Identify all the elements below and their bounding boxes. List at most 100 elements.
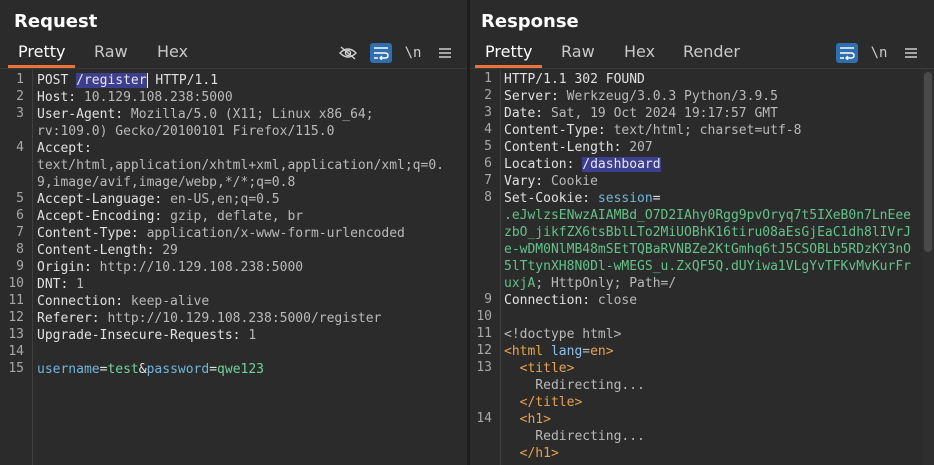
newline-toggle-button[interactable]: \n [868,43,890,63]
code-line[interactable]: <title> [504,360,575,377]
code-line[interactable]: uxjA; HttpOnly; Path=/ [504,275,676,292]
code-line[interactable]: rv:109.0) Gecko/20100101 Firefox/115.0 [37,123,334,140]
code-line[interactable]: Accept-Encoding: gzip, deflate, br [37,208,303,225]
code-token: password [146,362,210,377]
code-token: 1 [248,328,257,343]
code-token: Content-Type: [37,226,147,241]
code-token: DNT: [37,277,77,292]
hamburger-menu-icon[interactable] [900,43,922,63]
code-line[interactable]: text/html,application/xhtml+xml,applicat… [37,157,444,174]
code-line[interactable]: Accept: [37,140,92,157]
code-token: 5lTtynXH8N0Dl-wMEGS_u.ZxQF5Q.dUYiwa1VLgY… [504,259,911,274]
request-editor[interactable]: 1 2 3 4 5 6 7 8 9 10 11 12 13 14 15 POST /register HTT… [0,70,467,465]
response-scrollbar-thumb[interactable] [924,72,932,252]
code-line[interactable]: User-Agent: Mozilla/5.0 (X11; Linux x86_… [37,106,374,123]
code-line[interactable]: </h1> [504,445,559,462]
code-line[interactable]: Content-Type: application/x-www-form-url… [37,225,405,242]
code-line[interactable]: Referer: http://10.129.108.238:5000/regi… [37,310,381,327]
request-tab-raw[interactable]: Raw [94,42,128,61]
response-tab-pretty[interactable]: Pretty [485,42,532,61]
code-token: </h1> [504,446,559,461]
line-number: 1 [16,72,24,87]
code-line[interactable]: Server: Werkzeug/3.0.3 Python/3.9.5 [504,88,778,105]
line-number: 3 [16,106,24,121]
request-tab-hex[interactable]: Hex [157,42,188,61]
code-token: text/html,application/xhtml+xml,applicat… [37,158,444,173]
hamburger-menu-icon[interactable] [434,43,456,63]
line-number: 9 [484,292,492,307]
code-line[interactable]: Redirecting... [504,428,645,445]
code-token: gzip, deflate, br [170,209,304,224]
code-token: 9,image/avif,image/webp,*/*;q=0.8 [37,175,296,190]
line-number: 7 [16,225,24,240]
line-number: 11 [8,293,24,308]
response-title: Response [481,11,579,32]
code-line[interactable]: Accept-Language: en-US,en;q=0.5 [37,191,280,208]
eye-slash-icon[interactable] [337,43,359,63]
code-line[interactable]: Redirecting... [504,377,645,394]
line-number: 13 [476,360,492,375]
code-line[interactable]: DNT: 1 [37,276,84,293]
wrap-lines-icon[interactable] [836,43,858,63]
code-line[interactable]: Content-Length: 207 [504,139,653,156]
line-number: 2 [16,89,24,104]
code-line[interactable]: Host: 10.129.108.238:5000 [37,89,233,106]
newline-toggle-button[interactable]: \n [402,43,424,63]
code-token: Accept-Language: [37,192,171,207]
line-number: 6 [484,156,492,171]
line-number: 13 [8,327,24,342]
response-editor[interactable]: 1 2 3 4 5 6 7 8 9 10 11 12 13 14 HTTP/1.1 302 FOUND Se… [470,70,934,465]
code-line[interactable]: <!doctype html> [504,326,621,343]
response-tab-raw[interactable]: Raw [561,42,595,61]
wrap-lines-icon[interactable] [370,43,392,63]
code-line[interactable]: e-wDM0NlMB48mSEtTQBaRVNBZe2KtGmhq6tJ5CSO… [504,241,911,258]
line-number: 7 [484,173,492,188]
code-token: <!doctype html> [504,327,622,342]
code-line[interactable]: .eJwlzsENwzAIAMBd_O7D2IAhy0Rgg9pvOryq7t5… [504,207,911,224]
code-line[interactable]: Upgrade-Insecure-Requests: 1 [37,327,256,344]
response-scrollbar[interactable] [922,70,934,465]
code-token: keep-alive [130,294,210,309]
code-line[interactable]: </title> [504,394,583,411]
code-token: 207 [629,140,653,155]
code-line[interactable]: zbO_jikfZX6tsBblLTo2MiUOBhK16tiru08aEsGj… [504,224,911,241]
code-token: rv:109.0) Gecko/20100101 Firefox/115.0 [37,124,335,139]
code-token: Content-Length: [37,243,163,258]
request-tab-pretty[interactable]: Pretty [18,42,65,61]
code-line[interactable]: Content-Type: text/html; charset=utf-8 [504,122,801,139]
code-token: http://10.129.108.238:5000 [99,260,304,275]
code-token: = [209,362,218,377]
code-token: Redirecting... [504,429,645,444]
code-line[interactable]: Vary: Cookie [504,173,598,190]
code-line[interactable]: 9,image/avif,image/webp,*/*;q=0.8 [37,174,295,191]
code-line[interactable]: Content-Length: 29 [37,242,178,259]
request-tabs: Pretty Raw Hex \n [0,40,467,69]
code-token: <title> [504,361,575,376]
code-token: Content-Type: [504,123,614,138]
code-line[interactable]: Location: /dashboard [504,156,661,173]
code-line[interactable]: POST /register HTTP/1.1 [37,72,218,89]
code-line[interactable]: Connection: close [504,292,637,309]
response-tab-render[interactable]: Render [683,42,740,61]
code-line[interactable]: <html lang=en> [504,343,614,360]
code-line[interactable]: username=test&password=qwe123 [37,361,264,378]
highlighted-token: /dashboard [582,157,661,172]
code-line[interactable]: HTTP/1.1 302 FOUND [504,71,645,88]
code-line[interactable]: 5lTtynXH8N0Dl-wMEGS_u.ZxQF5Q.dUYiwa1VLgY… [504,258,911,275]
code-token: uxjA [504,276,536,291]
code-line[interactable]: Origin: http://10.129.108.238:5000 [37,259,303,276]
line-number: 5 [484,139,492,154]
code-line[interactable]: Set-Cookie: session= [504,190,661,207]
code-token: HTTP/1.1 302 FOUND [504,72,645,87]
response-line-numbers: 1 2 3 4 5 6 7 8 9 10 11 12 13 14 [470,70,501,465]
line-number: 15 [8,361,24,376]
code-line[interactable]: <h1> [504,411,551,428]
line-number: 12 [8,310,24,325]
code-token: ; HttpOnly; Path=/ [535,276,677,291]
code-token: zbO_jikfZX6tsBblLTo2MiUOBhK16tiru08aEsGj… [504,225,911,240]
code-line[interactable]: Connection: keep-alive [37,293,209,310]
line-number: 4 [484,122,492,137]
request-active-tab-underline [8,65,75,68]
code-line[interactable]: Date: Sat, 19 Oct 2024 19:17:57 GMT [504,105,778,122]
response-tab-hex[interactable]: Hex [624,42,655,61]
